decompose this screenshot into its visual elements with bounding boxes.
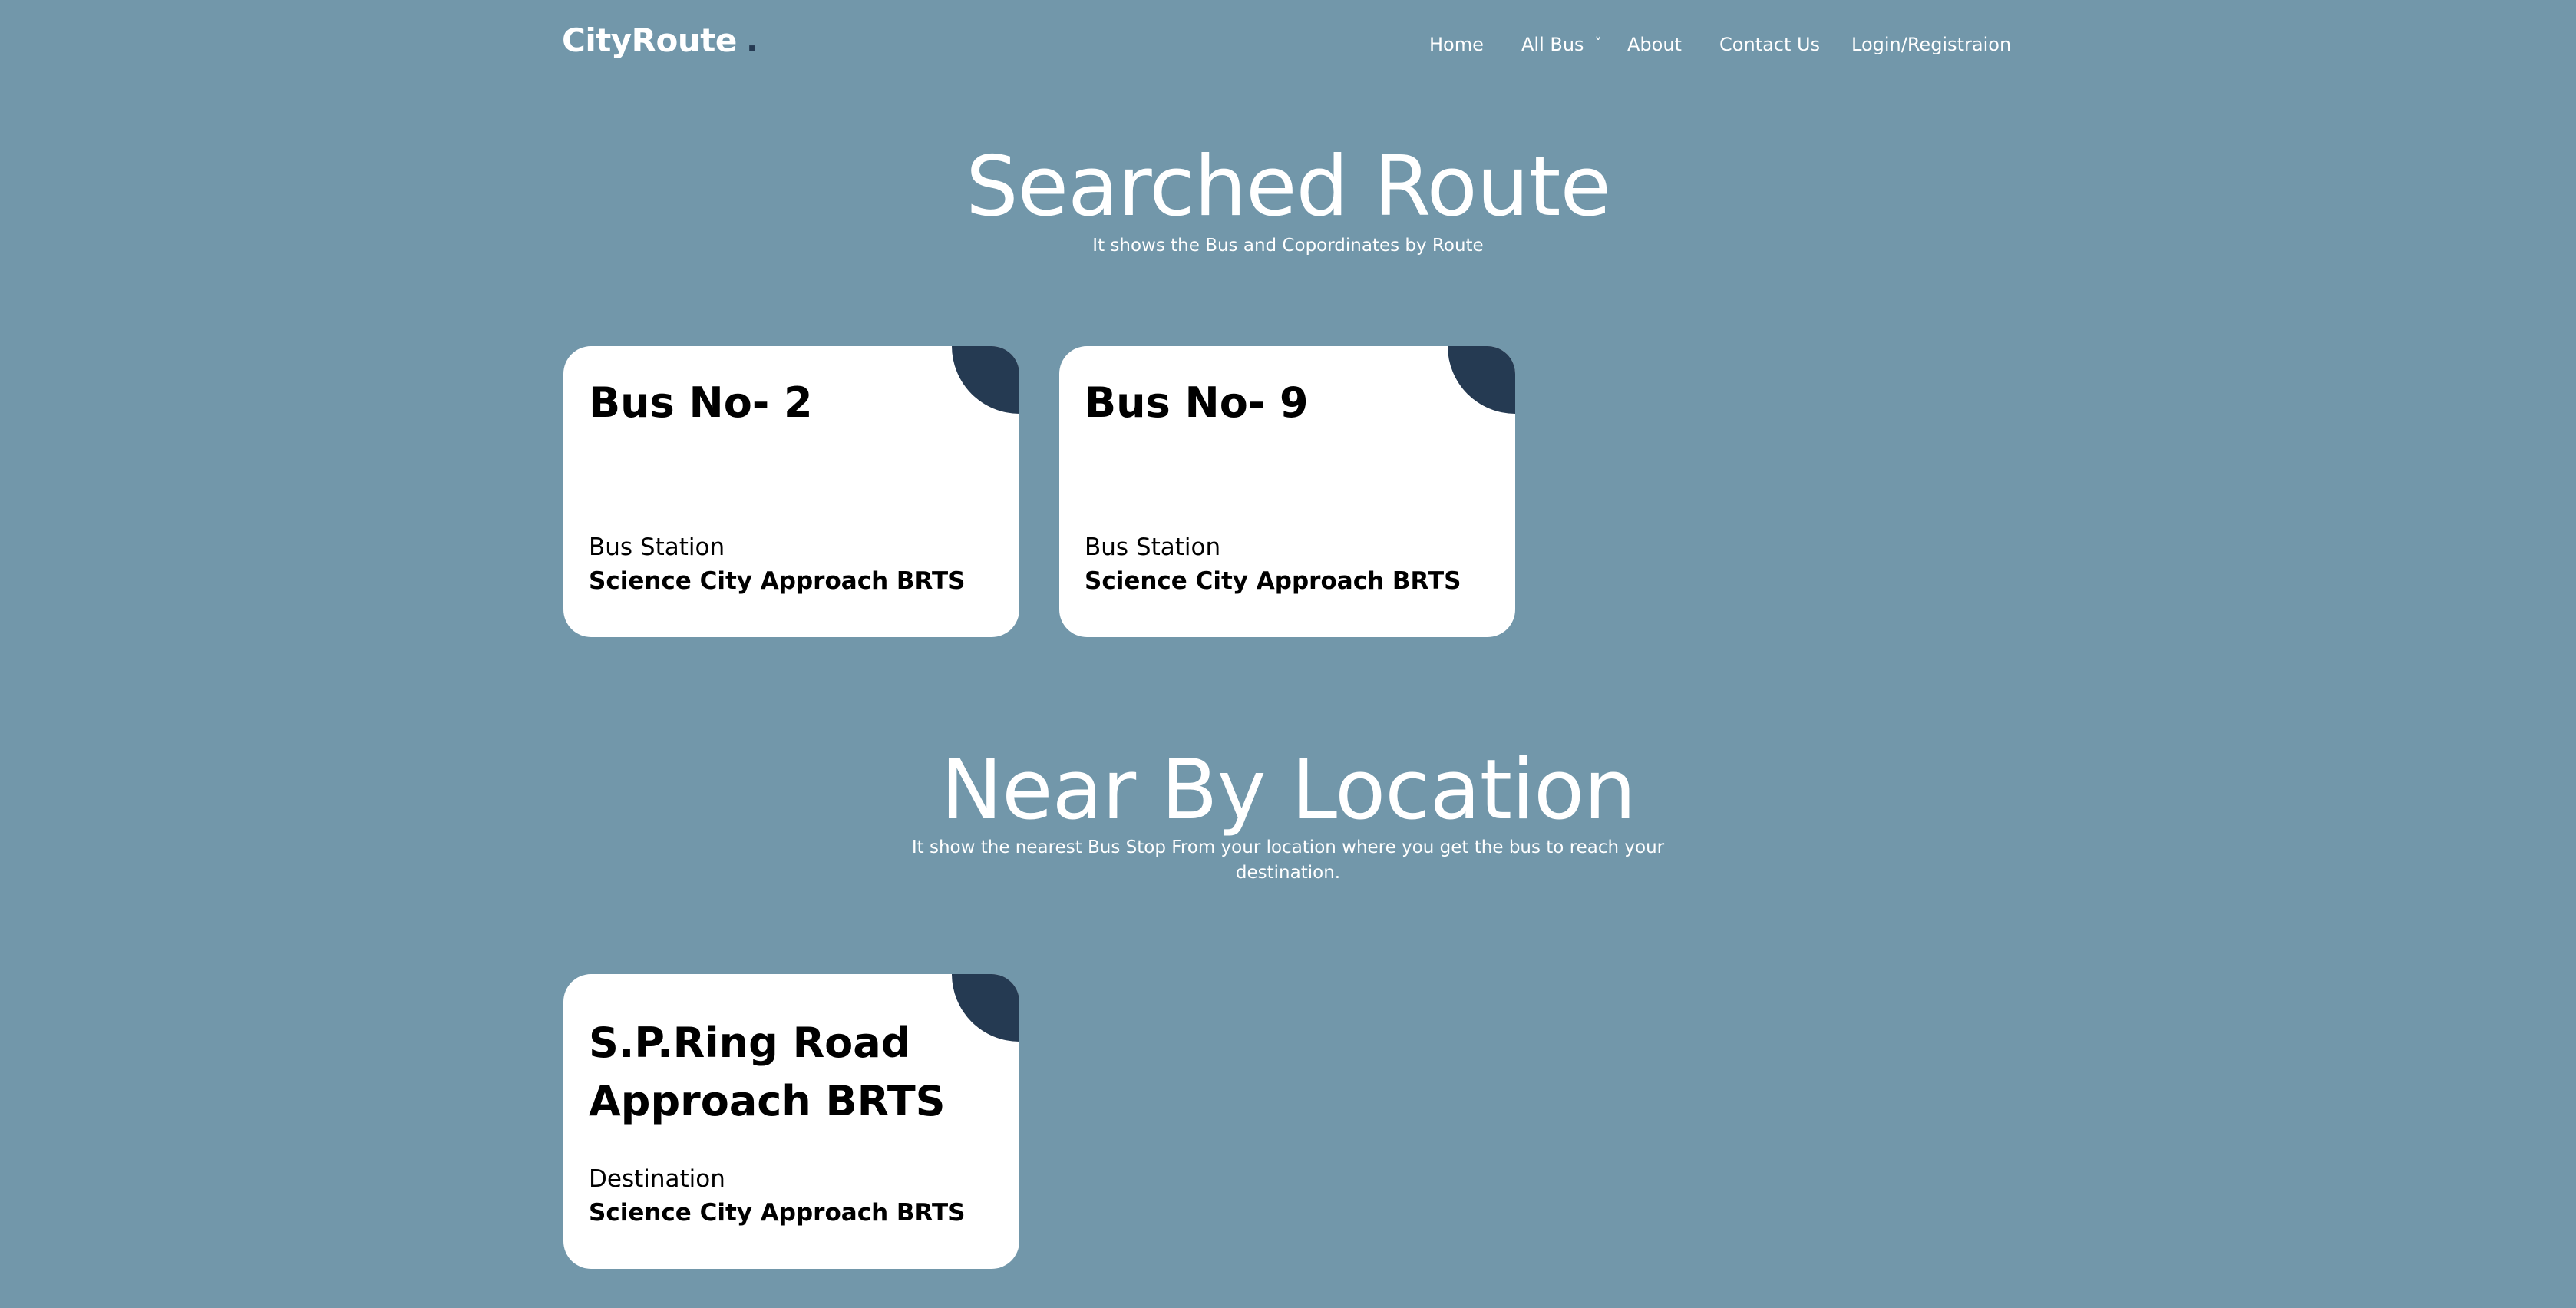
- bus-stop-name-line2: Approach BRTS: [589, 1077, 946, 1125]
- bus-card[interactable]: Bus No- 9 Bus Station Science City Appro…: [1059, 346, 1515, 637]
- destination-value: Science City Approach BRTS: [589, 1199, 966, 1227]
- near-by-subtitle-line1: It show the nearest Bus Stop From your l…: [911, 837, 1665, 857]
- bus-stop-name-line1: S.P.Ring Road: [589, 1019, 911, 1067]
- card-corner-accent: [1448, 346, 1515, 414]
- nav-about[interactable]: About: [1627, 34, 1682, 55]
- nav-contact-us[interactable]: Contact Us: [1719, 34, 1820, 55]
- chevron-down-icon: ˅: [1594, 35, 1602, 51]
- card-corner-accent: [952, 974, 1019, 1042]
- brand-logo[interactable]: CityRoute.: [562, 21, 758, 59]
- bus-station-value: Science City Approach BRTS: [1085, 567, 1461, 595]
- brand-name: CityRoute: [562, 21, 737, 59]
- nav-home[interactable]: Home: [1429, 34, 1484, 55]
- near-by-subtitle-line2: destination.: [1235, 863, 1341, 883]
- destination-label: Destination: [589, 1165, 725, 1193]
- bus-number: Bus No- 2: [589, 378, 813, 427]
- bus-card[interactable]: Bus No- 2 Bus Station Science City Appro…: [563, 346, 1019, 637]
- near-by-location-subtitle: It show the nearest Bus Stop From your l…: [866, 835, 1710, 886]
- bus-number: Bus No- 9: [1085, 378, 1309, 427]
- bus-station-label: Bus Station: [589, 533, 725, 561]
- bus-stop-card[interactable]: S.P.Ring Road Approach BRTS Destination …: [563, 974, 1019, 1269]
- near-by-location-title: Near By Location: [940, 742, 1636, 838]
- nav-all-bus-label: All Bus: [1521, 34, 1584, 55]
- bus-station-label: Bus Station: [1085, 533, 1221, 561]
- navbar: CityRoute. Home All Bus ˅ About Contact U…: [562, 0, 2011, 94]
- nav-login-registration[interactable]: Login/Registraion: [1851, 34, 2011, 55]
- card-corner-accent: [952, 346, 1019, 414]
- searched-route-subtitle: It shows the Bus and Copordinates by Rou…: [1092, 236, 1484, 256]
- bus-station-value: Science City Approach BRTS: [589, 567, 966, 595]
- nav-all-bus[interactable]: All Bus ˅: [1521, 34, 1602, 55]
- brand-dot: .: [745, 21, 758, 59]
- searched-route-title: Searched Route: [966, 139, 1611, 235]
